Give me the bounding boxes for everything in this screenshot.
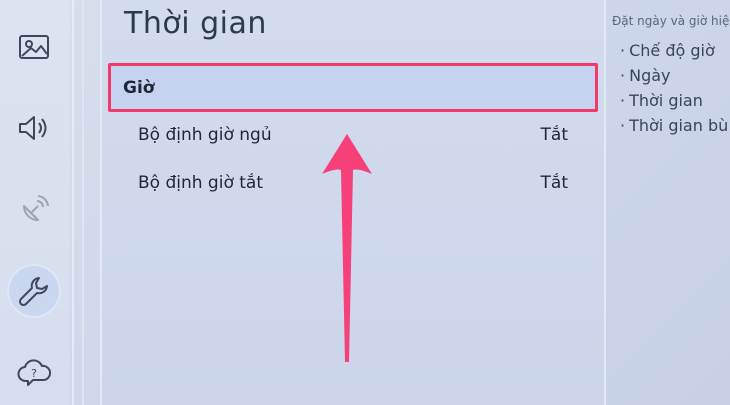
help-list-item: · Chế độ giờ — [612, 38, 730, 63]
broadcast-icon[interactable] — [10, 186, 58, 234]
bullet: · — [620, 116, 626, 135]
support-tools-icon[interactable] — [7, 264, 61, 318]
menu-item-value: Tắt — [540, 173, 568, 193]
bullet: · — [620, 41, 626, 60]
menu-item-clock[interactable]: Giờ — [108, 63, 598, 112]
menu-item-value: Tắt — [540, 125, 568, 145]
help-list-item-text: Thời gian — [629, 91, 703, 110]
picture-icon[interactable] — [10, 24, 58, 72]
help-list-item: · Ngày — [612, 63, 730, 88]
svg-text:?: ? — [31, 367, 37, 380]
rail-divider — [72, 0, 74, 405]
sound-icon[interactable] — [10, 104, 58, 152]
menu-item-label: Bộ định giờ ngủ — [138, 125, 272, 145]
help-list-item: · Thời gian bù — [612, 113, 730, 138]
help-list-item-text: Thời gian bù — [629, 116, 729, 135]
bullet: · — [620, 66, 626, 85]
arrow-up-icon — [322, 134, 372, 362]
menu-item-label: Giờ — [123, 77, 155, 98]
help-list-item-text: Ngày — [629, 66, 671, 85]
menu-item-label: Bộ định giờ tắt — [138, 173, 264, 193]
help-cloud-icon[interactable]: ? — [10, 348, 58, 396]
help-list: · Chế độ giờ · Ngày · Thời gian · Thời gian … — [612, 38, 730, 138]
help-list-item: · Thời gian — [612, 88, 730, 113]
page-title: Thời gian — [124, 6, 267, 41]
help-description: Đặt ngày và giờ hiện — [612, 14, 730, 28]
rail-divider — [82, 0, 84, 405]
sidebar: ? — [0, 0, 70, 405]
bullet: · — [620, 91, 626, 110]
help-list-item-text: Chế độ giờ — [629, 41, 715, 60]
help-panel: Đặt ngày và giờ hiện · Chế độ giờ · Ngày ·… — [612, 14, 730, 138]
